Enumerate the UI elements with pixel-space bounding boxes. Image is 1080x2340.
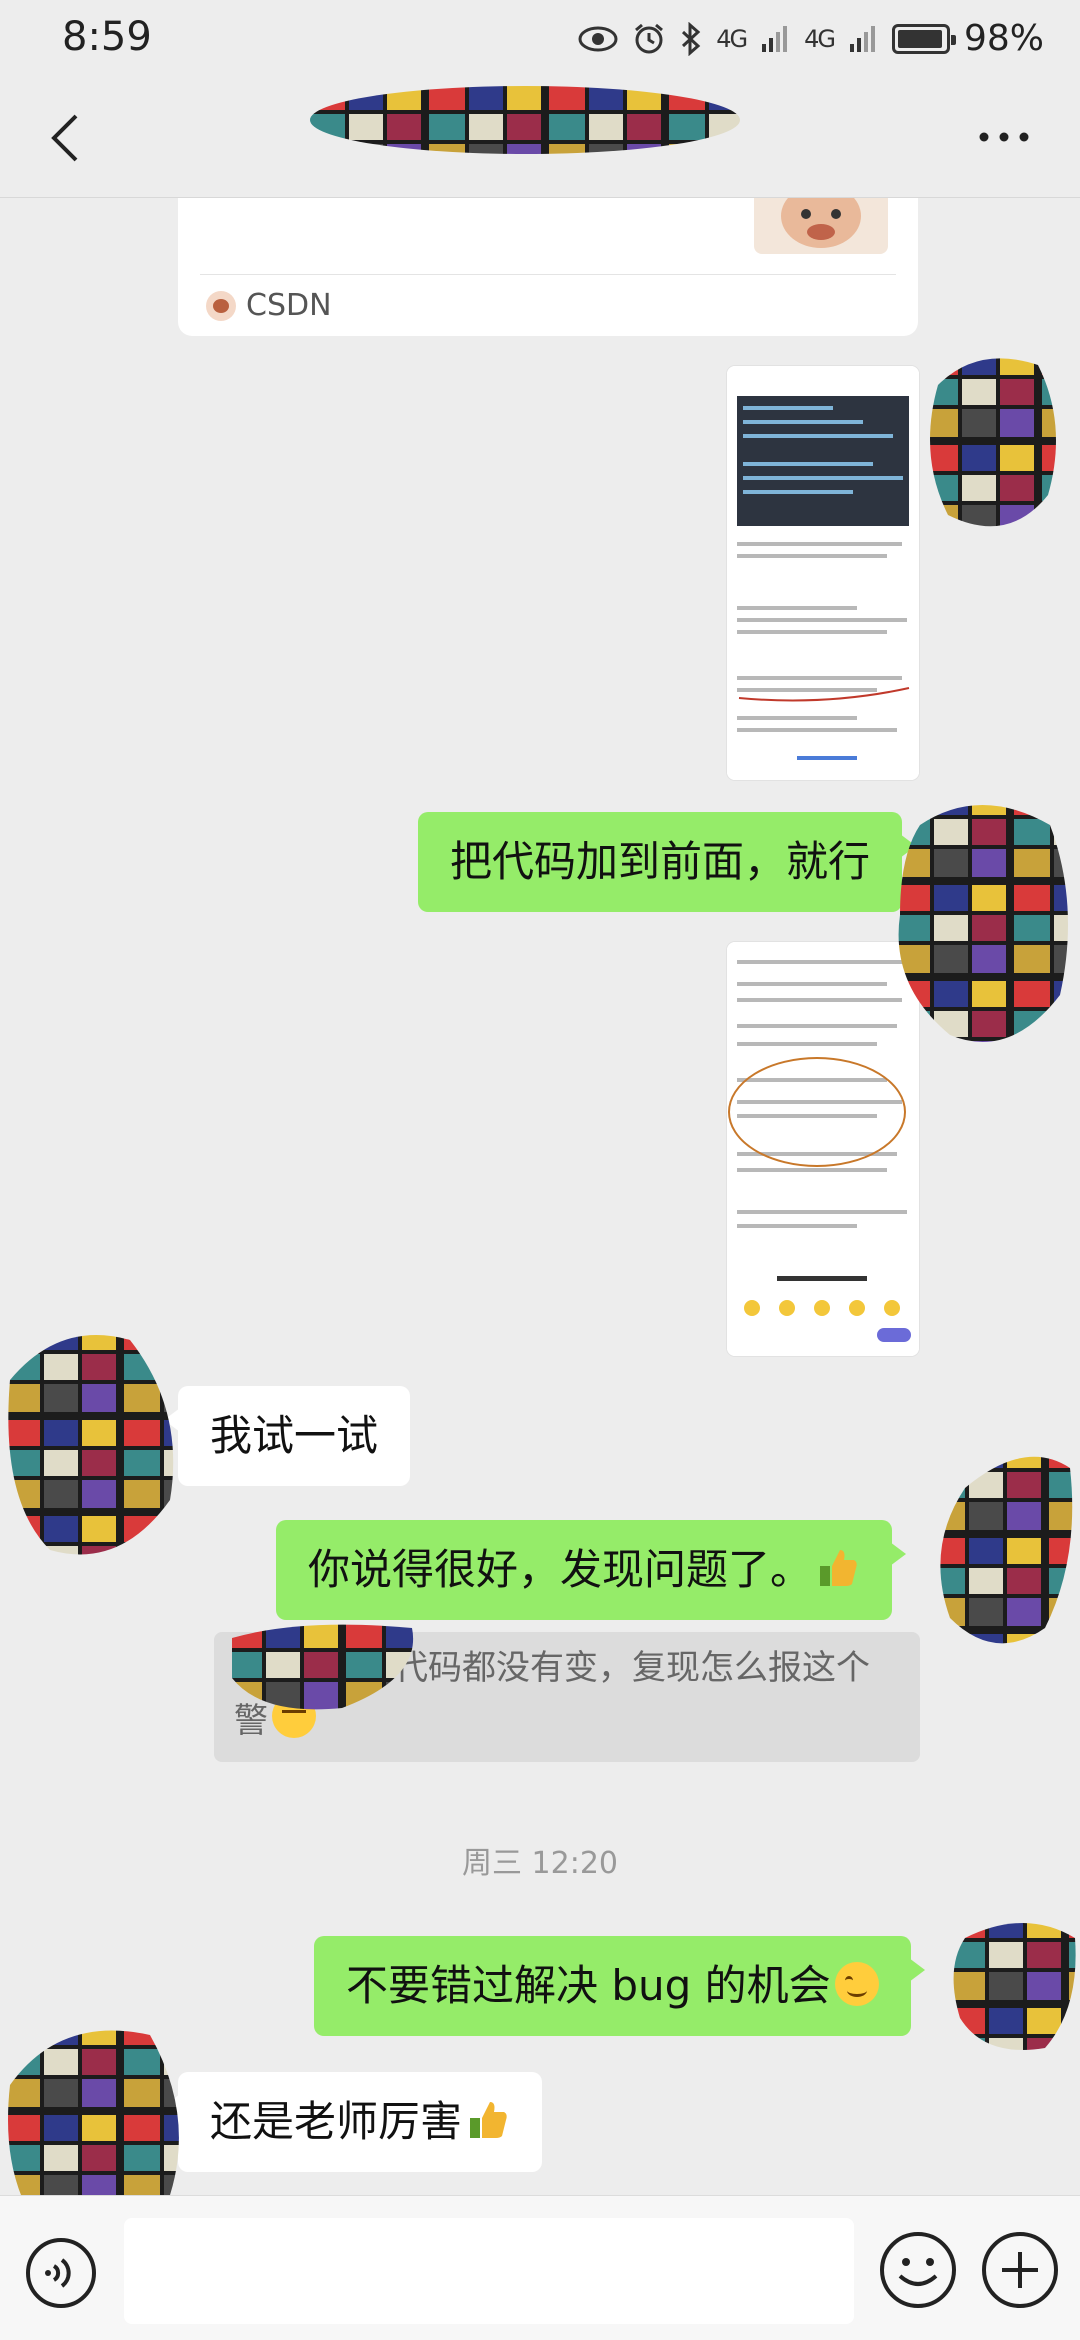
battery-percent: 98% (963, 18, 1044, 59)
avatar-redacted[interactable] (945, 1908, 1080, 2058)
emoji-icon[interactable] (876, 2228, 960, 2312)
redacted-chat-title (310, 86, 740, 154)
avatar-redacted[interactable] (890, 785, 1080, 1060)
image-message-screenshot-1[interactable] (727, 366, 919, 780)
my-message-bubble[interactable]: 你说得很好，发现问题了。 (276, 1520, 907, 1620)
status-bar: 8:59 4G 4G 98% (0, 0, 1080, 80)
other-message-bubble[interactable]: 还是老师厉害 (163, 2072, 543, 2172)
network-label-2: 4G (804, 24, 836, 53)
battery-icon (891, 23, 956, 54)
voice-icon[interactable] (24, 2236, 98, 2310)
thumbs-up-icon (470, 2102, 507, 2138)
smile-emoji-icon (834, 1962, 879, 2006)
chat-header (0, 80, 1080, 198)
bluetooth-icon (682, 21, 701, 56)
shared-article-card[interactable]: CSDN (178, 198, 918, 336)
my-message-bubble[interactable]: 不要错过解决 bug 的机会 (314, 1936, 925, 2036)
other-message-bubble[interactable]: 我试一试 (163, 1386, 411, 1486)
avatar-redacted-quote (232, 1624, 414, 1710)
status-icons: 4G 4G 98% (578, 18, 1044, 59)
message-text: 还是老师厉害 (210, 2097, 463, 2146)
message-text: 不要错过解决 bug 的机会 (346, 1961, 831, 2010)
chevron-left-icon[interactable] (42, 110, 92, 166)
plus-icon[interactable] (978, 2228, 1062, 2312)
message-text: 把代码加到前面，就行 (450, 837, 871, 886)
status-time: 8:59 (62, 14, 152, 60)
input-bar (0, 2195, 1080, 2340)
avatar-redacted[interactable] (925, 1438, 1080, 1663)
eye-icon (578, 26, 618, 51)
article-thumbnail (754, 198, 888, 254)
card-divider (200, 274, 896, 275)
message-input[interactable] (124, 2218, 854, 2324)
thumbs-up-icon (820, 1550, 857, 1586)
avatar-redacted[interactable] (918, 345, 1068, 545)
more-dots-icon[interactable] (974, 122, 1034, 152)
avatar-redacted[interactable] (0, 1320, 185, 1570)
network-label-1: 4G (716, 24, 748, 53)
chat-timestamp: 周三 12:20 (462, 1846, 618, 1881)
alarm-icon (635, 23, 664, 53)
message-text: 你说得很好，发现问题了。 (308, 1545, 813, 1594)
csdn-icon (206, 290, 236, 321)
signal-icon (762, 25, 788, 52)
signal-icon (849, 25, 875, 52)
my-message-bubble[interactable]: 把代码加到前面，就行 (418, 812, 917, 912)
message-text: 我试一试 (210, 1411, 379, 1460)
card-source: CSDN (206, 288, 332, 323)
card-source-label: CSDN (246, 288, 332, 323)
